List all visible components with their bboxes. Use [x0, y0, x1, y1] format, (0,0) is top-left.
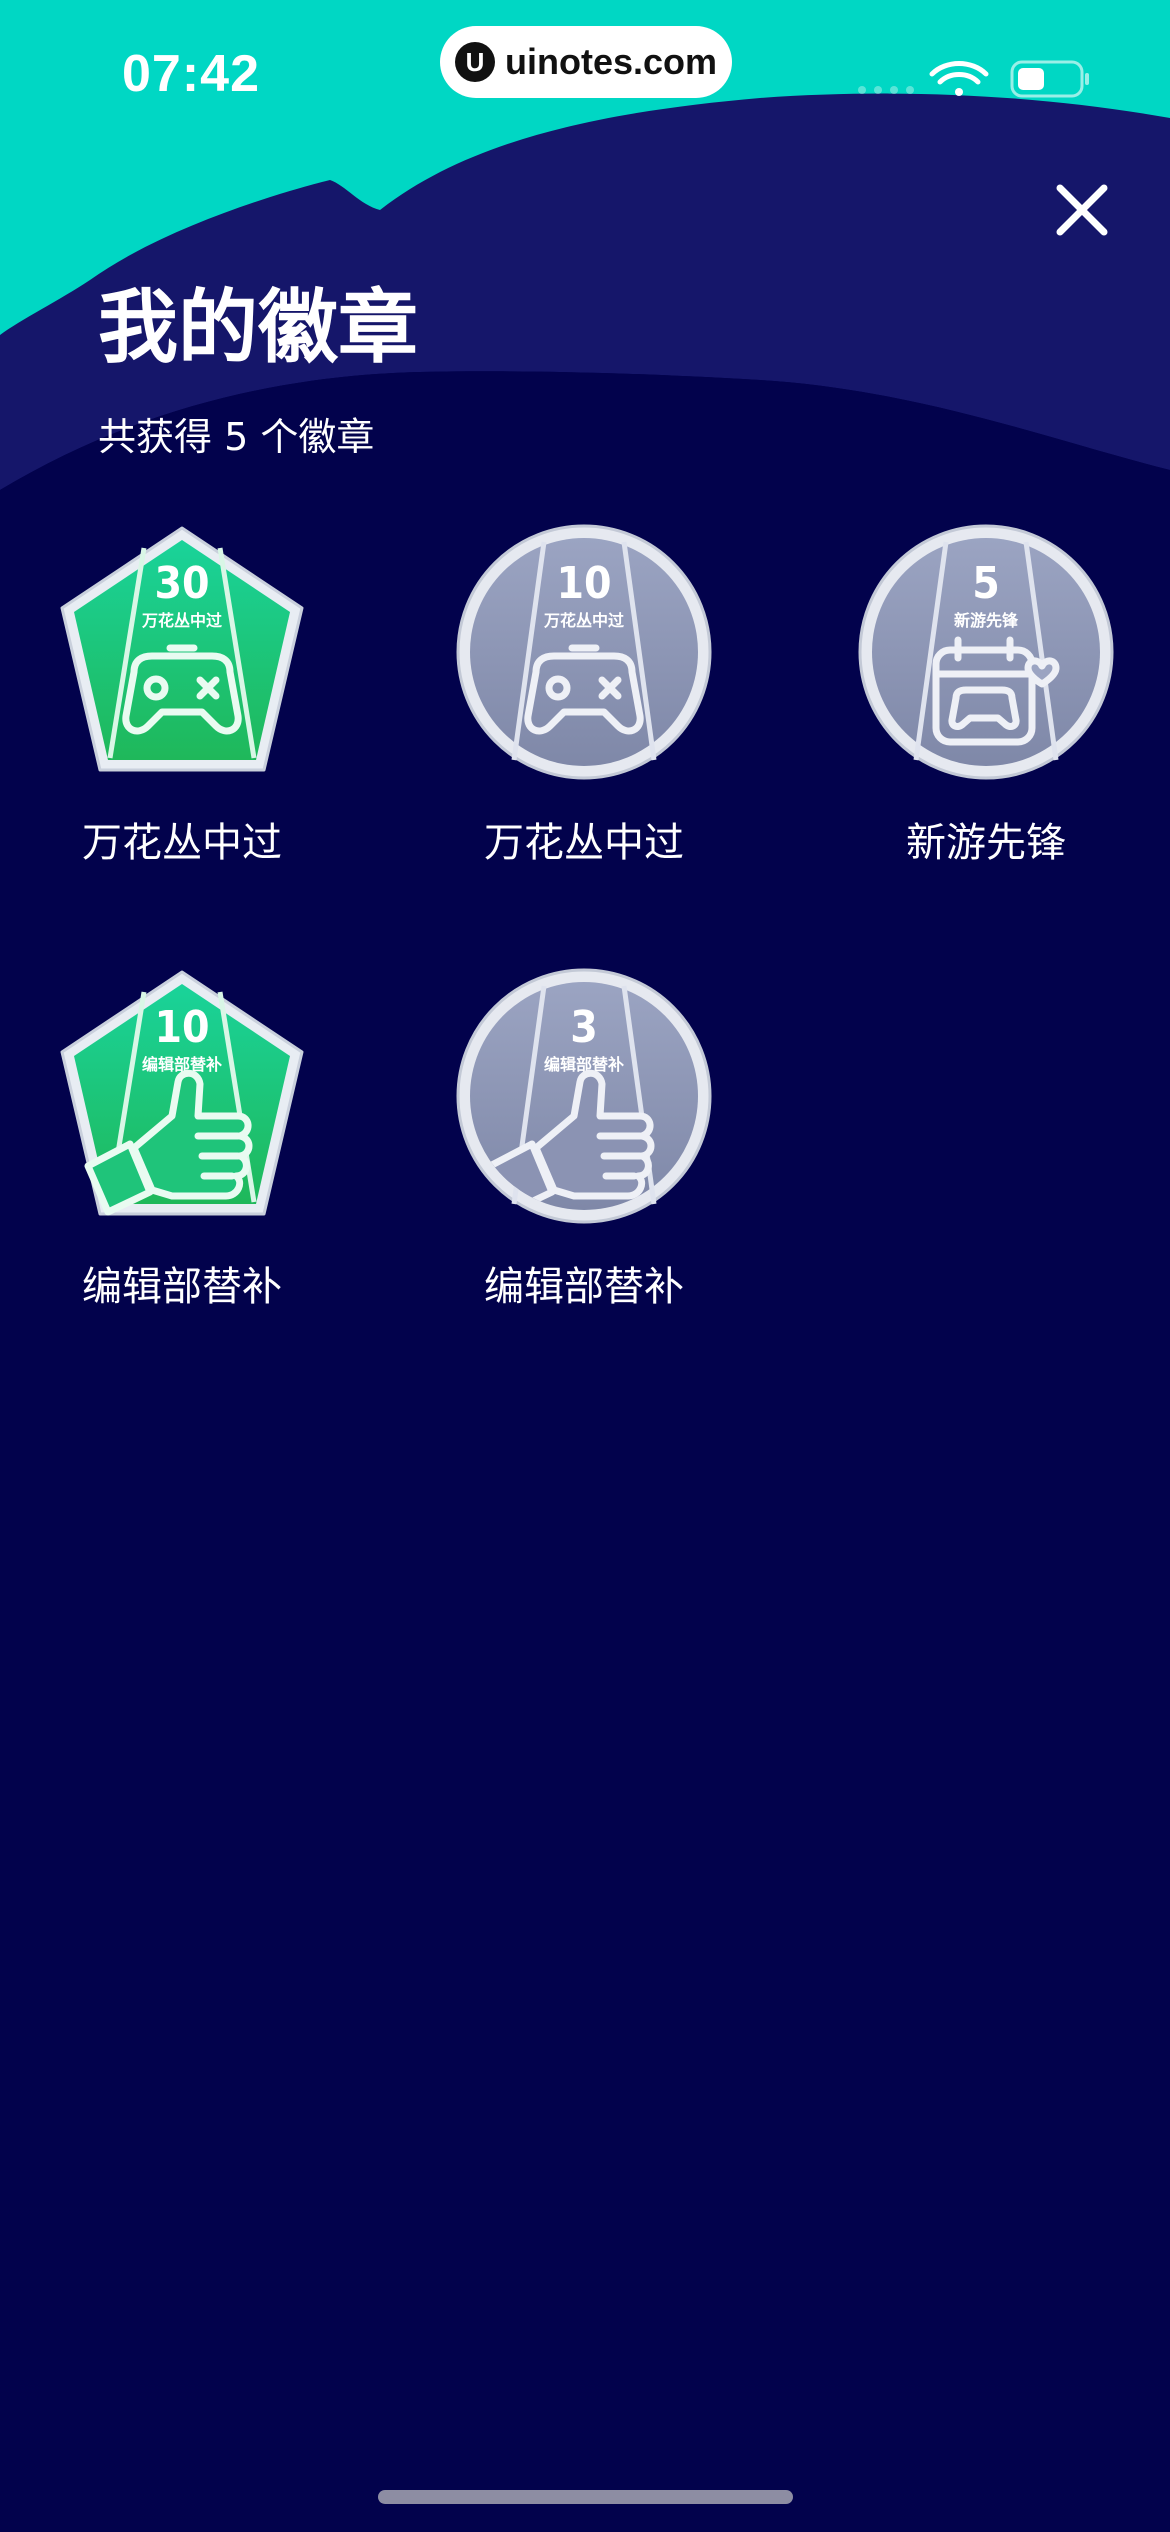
watermark-pill: U uinotes.com — [440, 26, 732, 98]
badge-icon: 3 编辑部替补 — [456, 968, 712, 1224]
badge-item[interactable]: 30 万花丛中过 万花丛中过 — [32, 522, 332, 942]
badge-count: 3 — [570, 1002, 598, 1053]
badge-count: 10 — [556, 558, 611, 609]
badge-mini-label: 万花丛中过 — [543, 611, 624, 630]
badge-mini-label: 新游先锋 — [954, 611, 1019, 630]
badge-mini-label: 万花丛中过 — [141, 611, 222, 630]
badge-name: 万花丛中过 — [82, 820, 282, 866]
badge-icon: 5 新游先锋 — [858, 524, 1114, 780]
page-title: 我的徽章 — [98, 281, 418, 374]
badge-item[interactable]: 10 万花丛中过 万花丛中过 — [434, 522, 734, 942]
badge-name: 万花丛中过 — [484, 820, 684, 866]
badge-item[interactable]: 3 编辑部替补 编辑部替补 — [434, 966, 734, 1386]
badge-item[interactable]: 5 新游先锋 新游先锋 — [836, 522, 1136, 942]
badge-item[interactable]: 10 编辑部替补 编辑部替补 — [32, 966, 332, 1386]
badge-count-summary: 共获得 5 个徽章 — [98, 415, 375, 459]
status-time: 07:42 — [122, 45, 260, 103]
badge-count: 5 — [972, 558, 1000, 609]
badge-count: 30 — [154, 558, 209, 609]
wifi-icon — [929, 61, 989, 96]
signal-icon — [858, 86, 914, 94]
watermark-logo: U — [454, 42, 495, 82]
status-icons — [858, 60, 1089, 98]
badge-icon: 10 编辑部替补 — [60, 970, 304, 1216]
badge-name: 编辑部替补 — [82, 1264, 282, 1310]
badge-icon: 30 万花丛中过 — [60, 526, 304, 772]
badge-mini-label: 编辑部替补 — [544, 1055, 624, 1074]
watermark-text: uinotes.com — [504, 41, 718, 82]
badge-count: 10 — [154, 1002, 209, 1053]
badge-name: 编辑部替补 — [484, 1264, 684, 1310]
status-bar: 07:42 U uinotes.com — [0, 0, 1170, 140]
badge-mini-label: 编辑部替补 — [142, 1055, 222, 1074]
badge-name: 新游先锋 — [906, 820, 1066, 866]
close-button[interactable] — [1042, 170, 1122, 250]
badge-icon: 10 万花丛中过 — [456, 524, 712, 780]
home-indicator — [378, 2490, 793, 2504]
battery-icon — [1010, 60, 1089, 98]
close-icon — [1056, 184, 1108, 236]
